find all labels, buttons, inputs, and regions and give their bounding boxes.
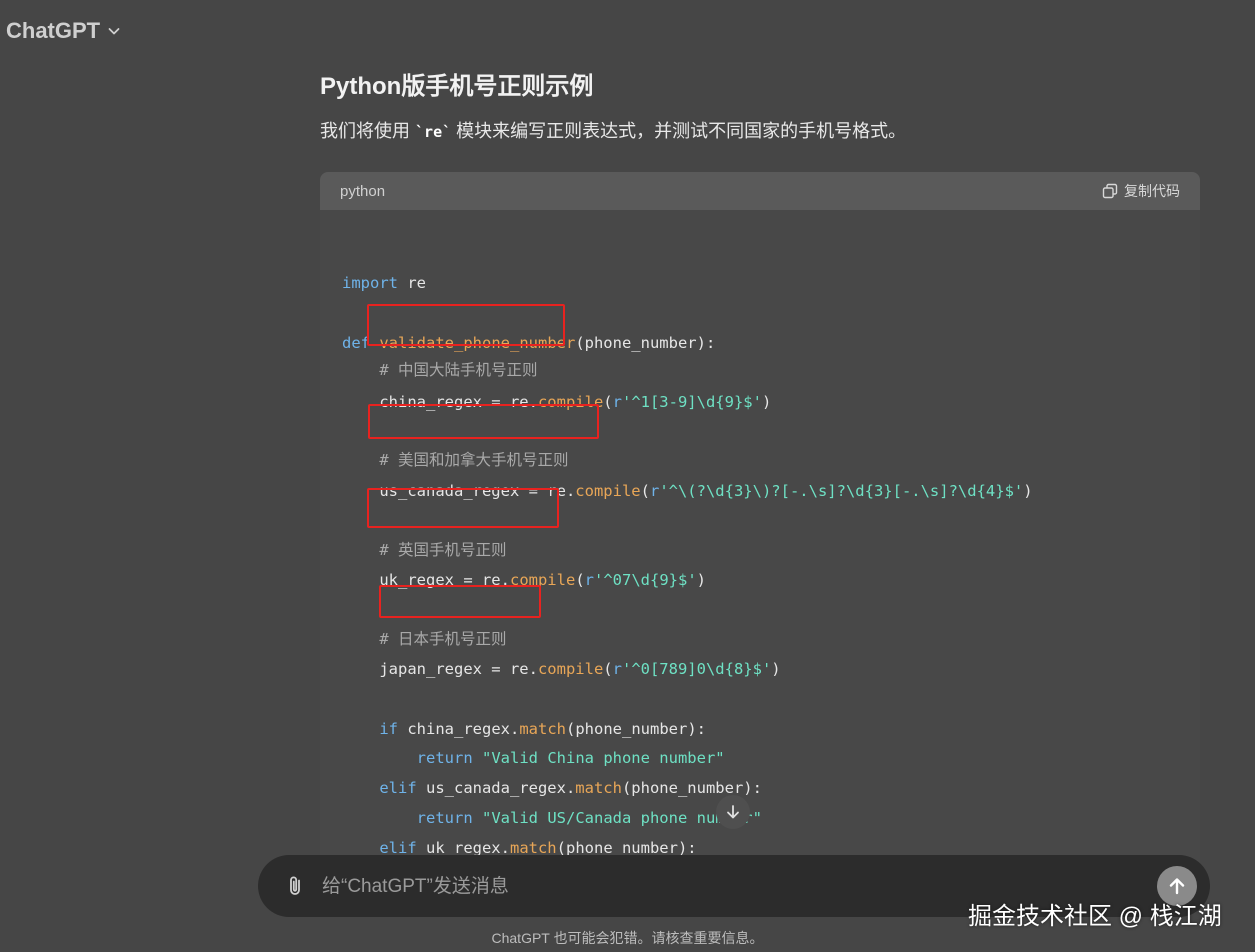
code-line: # 中国大陆手机号正则 bbox=[379, 361, 538, 379]
copy-icon bbox=[1102, 183, 1118, 199]
code-language-label: python bbox=[340, 182, 386, 200]
code-line: china_regex = re.compile(r'^1[3-9]\d{9}$… bbox=[342, 393, 772, 411]
code-block: python 复制代码 import re def validate_phone_… bbox=[320, 172, 1200, 892]
scroll-to-bottom-button[interactable] bbox=[716, 795, 750, 829]
arrow-up-icon bbox=[1169, 878, 1185, 895]
intro-text-after: 模块来编写正则表达式，并测试不同国家的手机号格式。 bbox=[451, 121, 907, 141]
code-line: return "Valid US/Canada phone number" bbox=[416, 809, 762, 827]
code-line: us_canada_regex = re.compile(r'^\(?\d{3}… bbox=[342, 482, 1033, 500]
code-line: # 日本手机号正则 bbox=[379, 630, 507, 648]
message-heading: Python版手机号正则示例 bbox=[320, 73, 594, 100]
attach-file-button[interactable] bbox=[280, 871, 310, 901]
code-line: def validate_phone_number(phone_number): bbox=[342, 334, 716, 352]
copy-code-button[interactable]: 复制代码 bbox=[1102, 181, 1180, 201]
arrow-down-icon bbox=[727, 805, 739, 819]
code-line: elif us_canada_regex.match(phone_number)… bbox=[379, 779, 762, 797]
model-switcher[interactable]: ChatGPT bbox=[6, 18, 122, 44]
code-line: japan_regex = re.compile(r'^0[789]0\d{8}… bbox=[342, 660, 781, 678]
disclaimer-text: ChatGPT 也可能会犯错。请核查重要信息。 bbox=[491, 930, 764, 946]
code-block-header: python 复制代码 bbox=[320, 172, 1200, 210]
copy-code-label: 复制代码 bbox=[1124, 183, 1180, 199]
message-intro: 我们将使用 `re` 模块来编写正则表达式，并测试不同国家的手机号格式。 bbox=[320, 117, 906, 143]
intro-text-before: 我们将使用 bbox=[320, 121, 416, 141]
paperclip-icon bbox=[290, 876, 300, 895]
chat-page: ChatGPT Python版手机号正则示例 我们将使用 `re` 模块来编写正… bbox=[0, 0, 1255, 952]
code-line: if china_regex.match(phone_number): bbox=[379, 720, 706, 738]
model-name: ChatGPT bbox=[6, 18, 101, 43]
code-line: return "Valid China phone number" bbox=[416, 749, 725, 767]
watermark: 掘金技术社区 @ 栈江湖 bbox=[968, 903, 1222, 930]
code-line: # 美国和加拿大手机号正则 bbox=[379, 451, 569, 469]
chevron-down-icon bbox=[108, 28, 120, 35]
code-line: # 英国手机号正则 bbox=[379, 541, 507, 559]
inline-code: `re` bbox=[415, 123, 452, 141]
code-line: import re bbox=[342, 274, 426, 292]
code-line: uk_regex = re.compile(r'^07\d{9}$') bbox=[342, 571, 706, 589]
